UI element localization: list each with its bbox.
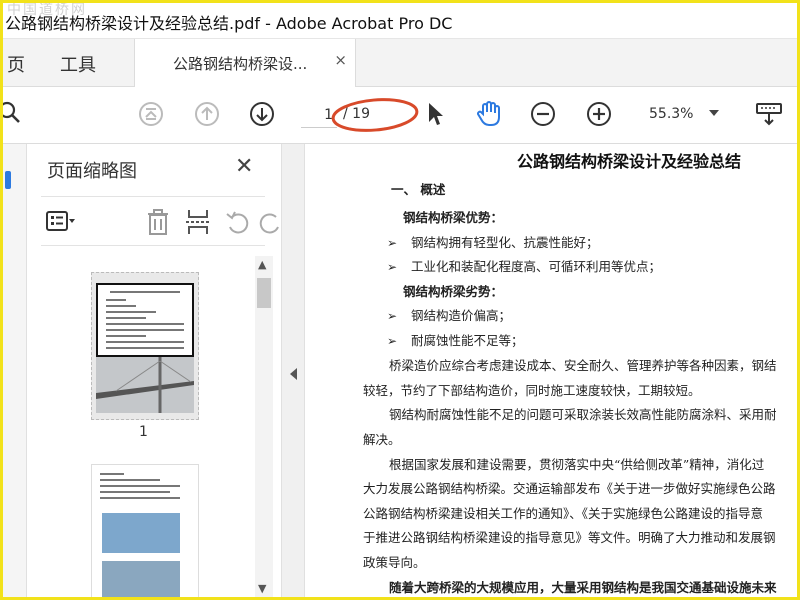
page-thumbnail[interactable] (91, 272, 199, 420)
close-icon[interactable]: ✕ (235, 154, 253, 179)
options-menu-icon[interactable] (45, 207, 75, 237)
page-thumbnails-panel: 页面缩略图 ✕ 1 ▲ ▼ (27, 144, 281, 597)
chevron-down-icon[interactable] (709, 110, 719, 116)
hand-tool-icon[interactable] (475, 100, 503, 128)
tab-home[interactable]: 页 (7, 51, 25, 77)
paragraph-line: 政策导向。 (363, 555, 426, 570)
scrollbar-thumb[interactable] (257, 278, 271, 308)
prev-page-icon[interactable] (193, 100, 221, 128)
bullet-icon: ➢ (387, 260, 398, 274)
highlight-ellipse (331, 98, 419, 132)
thumbnail-scrollbar[interactable]: ▲ ▼ (255, 256, 273, 597)
zoom-in-icon[interactable] (585, 100, 613, 128)
paragraph-line: 根据国家发展和建设需要，贯彻落实中央“供给侧改革”精神，消化过 (389, 457, 765, 472)
paragraph-line: 大力发展公路钢结构桥梁。交通运输部发布《关于进一步做好实施绿色公路 (363, 481, 776, 496)
thumbnail-toolbar (41, 196, 279, 246)
select-cursor-icon[interactable] (421, 100, 449, 128)
bridge-photo-thumbnail (102, 561, 180, 597)
app-window: 中国道桥网 公路钢结构桥梁设计及经验总结.pdf - Adobe Acrobat… (0, 0, 800, 600)
title-bar: 中国道桥网 公路钢结构桥梁设计及经验总结.pdf - Adobe Acrobat… (3, 3, 797, 39)
scroll-down-icon[interactable]: ▼ (258, 582, 266, 595)
bridge-photo-thumbnail (96, 357, 194, 413)
navigation-pane-strip (3, 144, 27, 597)
paragraph-line: 公路钢结构桥梁建设相关工作的通知》、《关于实施绿色公路建设的指导意 (363, 506, 764, 521)
window-title: 公路钢结构桥梁设计及经验总结.pdf - Adobe Acrobat Pro D… (5, 14, 453, 33)
bullet-icon: ➢ (387, 236, 398, 250)
paragraph-line: 桥梁造价应综合考虑建设成本、安全耐久、管理养护等各种因素，钢结 (389, 358, 777, 373)
bullet-icon: ➢ (387, 334, 398, 348)
paragraph-line: 随着大跨桥梁的大规模应用，大量采用钢结构是我国交通基础设施未来 (389, 580, 777, 595)
split-page-icon[interactable] (183, 207, 213, 237)
paragraph-line: 钢结构耐腐蚀性能不足的问题可采取涂装长效高性能防腐涂料、采用耐 (389, 407, 777, 422)
panel-collapse-strip[interactable] (281, 144, 305, 597)
tab-document-label: 公路钢结构桥梁设... (173, 55, 308, 73)
section-heading: 一、 概述 (391, 182, 446, 197)
paragraph-line: 解决。 (363, 432, 401, 447)
bullet-text: 钢结构拥有轻型化、抗震性能好； (411, 235, 599, 250)
paragraph-line: 较轻，节约了下部结构造价，同时施工速度较快，工期较短。 (363, 383, 701, 398)
next-page-icon[interactable] (248, 100, 276, 128)
panel-title: 页面缩略图 (47, 161, 137, 182)
zoom-out-icon[interactable] (529, 100, 557, 128)
scroll-up-icon[interactable]: ▲ (258, 258, 266, 271)
subheading: 钢结构桥梁优势： (403, 210, 504, 225)
rotate-ccw-icon[interactable] (223, 207, 253, 237)
tab-close-icon[interactable]: × (334, 51, 347, 69)
first-page-icon[interactable] (137, 100, 165, 128)
pages-nav-icon[interactable] (5, 171, 11, 189)
tab-tools[interactable]: 工具 (60, 51, 96, 77)
page-thumbnail[interactable] (91, 464, 199, 597)
bullet-text: 工业化和装配化程度高、可循环利用等优点； (411, 259, 662, 274)
trash-icon[interactable] (143, 207, 173, 237)
toolbar: / 19 55.3% (3, 88, 797, 144)
paragraph-line: 于推进公路钢结构桥梁建设的指导意见》等文件。明确了大力推动和发展钢 (363, 530, 776, 545)
zoom-level[interactable]: 55.3% (649, 106, 693, 122)
bullet-icon: ➢ (387, 309, 398, 323)
thumbnail-selection-box (96, 283, 194, 357)
search-icon[interactable] (3, 100, 25, 128)
tab-document[interactable]: 公路钢结构桥梁设... × (134, 39, 356, 87)
subheading: 钢结构桥梁劣势： (403, 284, 504, 299)
bridge-photo-thumbnail (102, 513, 180, 553)
keyboard-download-icon[interactable] (755, 100, 783, 128)
document-title: 公路钢结构桥梁设计及经验总结 (517, 152, 742, 171)
tab-bar: 页 工具 公路钢结构桥梁设... × (3, 39, 797, 87)
bullet-text: 钢结构造价偏高； (411, 308, 512, 323)
thumbnail-page-number: 1 (139, 424, 148, 440)
document-page: 公路钢结构桥梁设计及经验总结 一、 概述 钢结构桥梁优势： ➢ 钢结构拥有轻型化… (305, 144, 797, 597)
bullet-text: 耐腐蚀性能不足等； (411, 333, 524, 348)
collapse-arrow-icon[interactable] (290, 368, 297, 380)
